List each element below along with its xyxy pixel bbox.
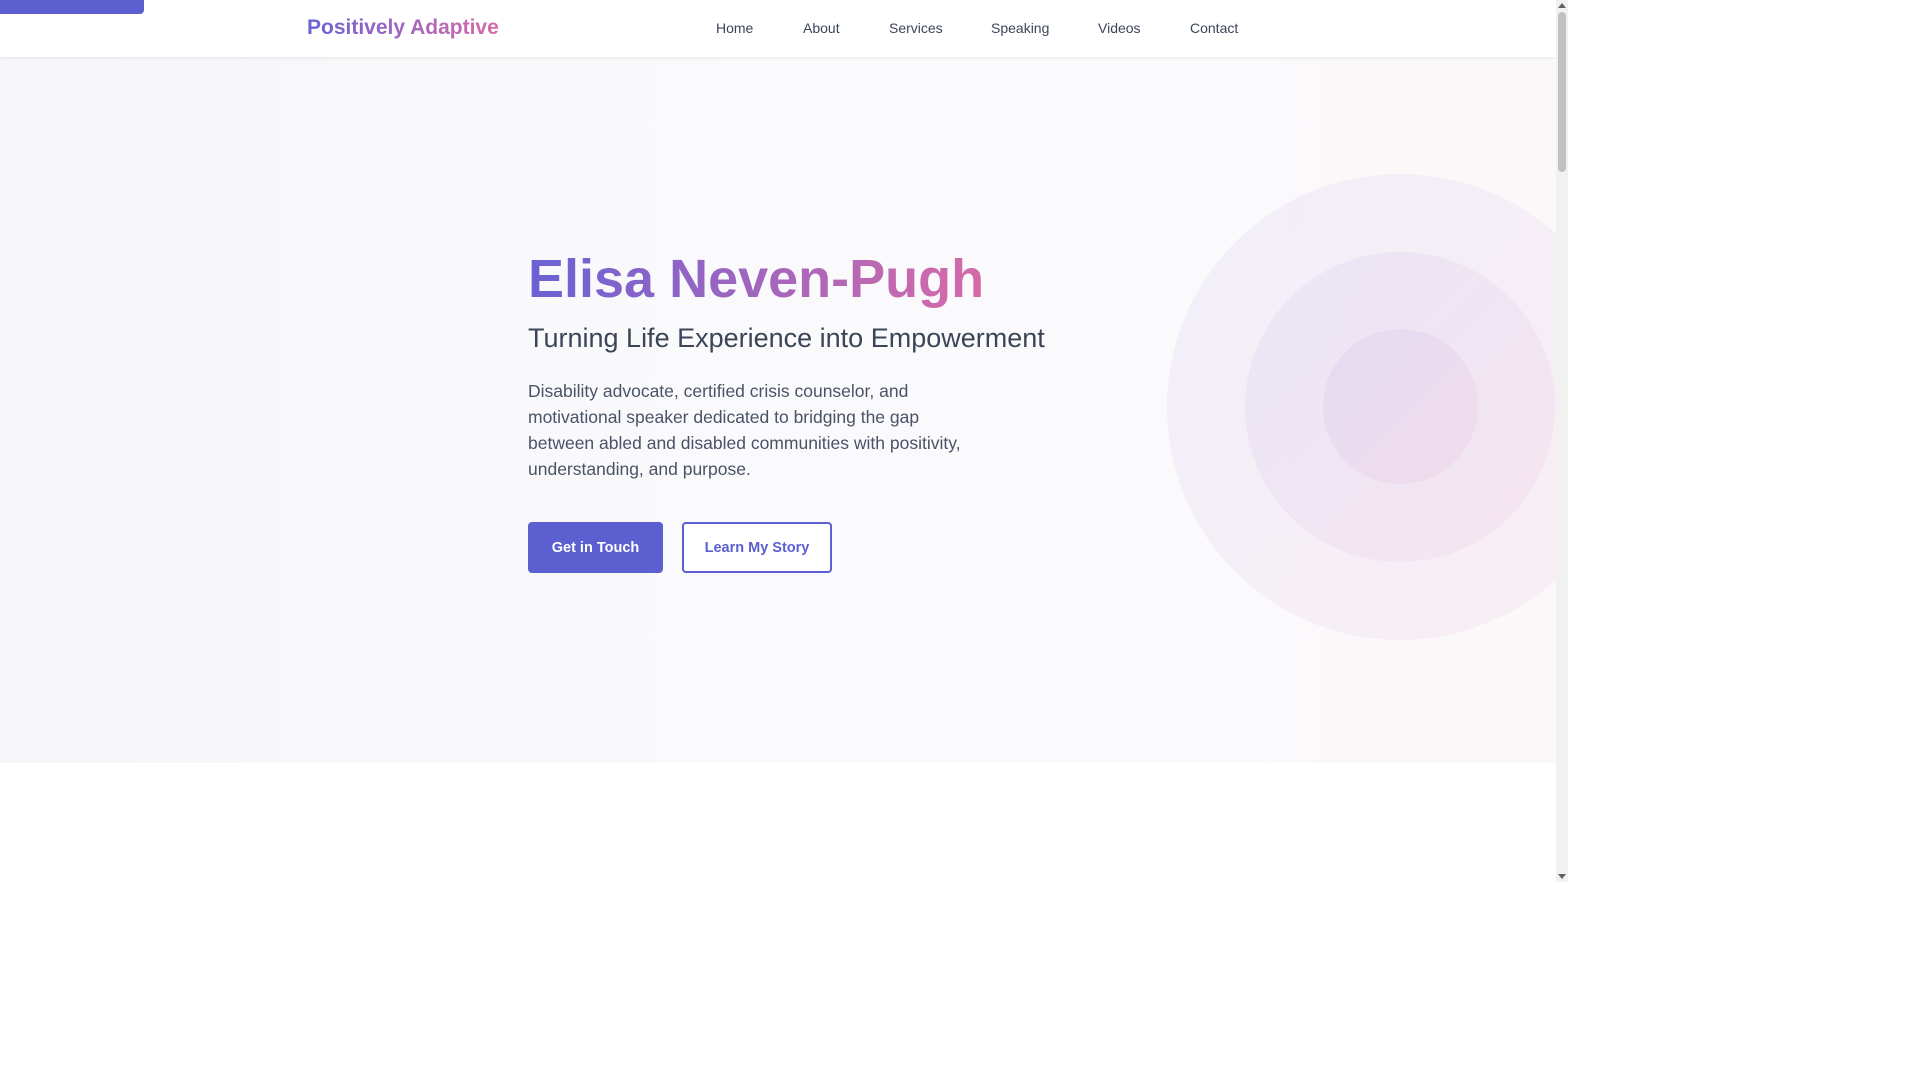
hero-buttons: Get in Touch Learn My Story: [528, 522, 1088, 573]
nav-link-speaking[interactable]: Speaking: [991, 20, 1049, 36]
hero-title: Elisa Neven-Pugh: [528, 249, 985, 309]
page: Positively Adaptive Home About Services …: [0, 0, 1556, 882]
nav-link-contact[interactable]: Contact: [1190, 20, 1238, 36]
learn-my-story-button[interactable]: Learn My Story: [682, 522, 832, 573]
hero-description: Disability advocate, certified crisis co…: [528, 381, 961, 479]
page-scrollbar[interactable]: [1556, 0, 1568, 882]
hero-section: Elisa Neven-Pugh Turning Life Experience…: [0, 57, 1556, 763]
scroll-thumb[interactable]: [1558, 12, 1566, 172]
scroll-up-arrow-icon[interactable]: [1558, 3, 1566, 8]
hero-content: Elisa Neven-Pugh Turning Life Experience…: [528, 247, 1088, 573]
site-logo[interactable]: Positively Adaptive: [307, 16, 499, 40]
skip-to-content-link[interactable]: [0, 0, 144, 14]
hero-subtitle: Turning Life Experience into Empowerment: [528, 323, 1045, 353]
scroll-down-arrow-icon[interactable]: [1558, 874, 1566, 879]
navbar: Positively Adaptive Home About Services …: [0, 0, 1556, 57]
nav-link-about[interactable]: About: [803, 20, 840, 36]
decorative-circle-inner: [1323, 329, 1478, 484]
nav-link-services[interactable]: Services: [889, 20, 943, 36]
nav-link-videos[interactable]: Videos: [1098, 20, 1141, 36]
get-in-touch-button[interactable]: Get in Touch: [528, 522, 663, 573]
nav-link-home[interactable]: Home: [716, 20, 753, 36]
